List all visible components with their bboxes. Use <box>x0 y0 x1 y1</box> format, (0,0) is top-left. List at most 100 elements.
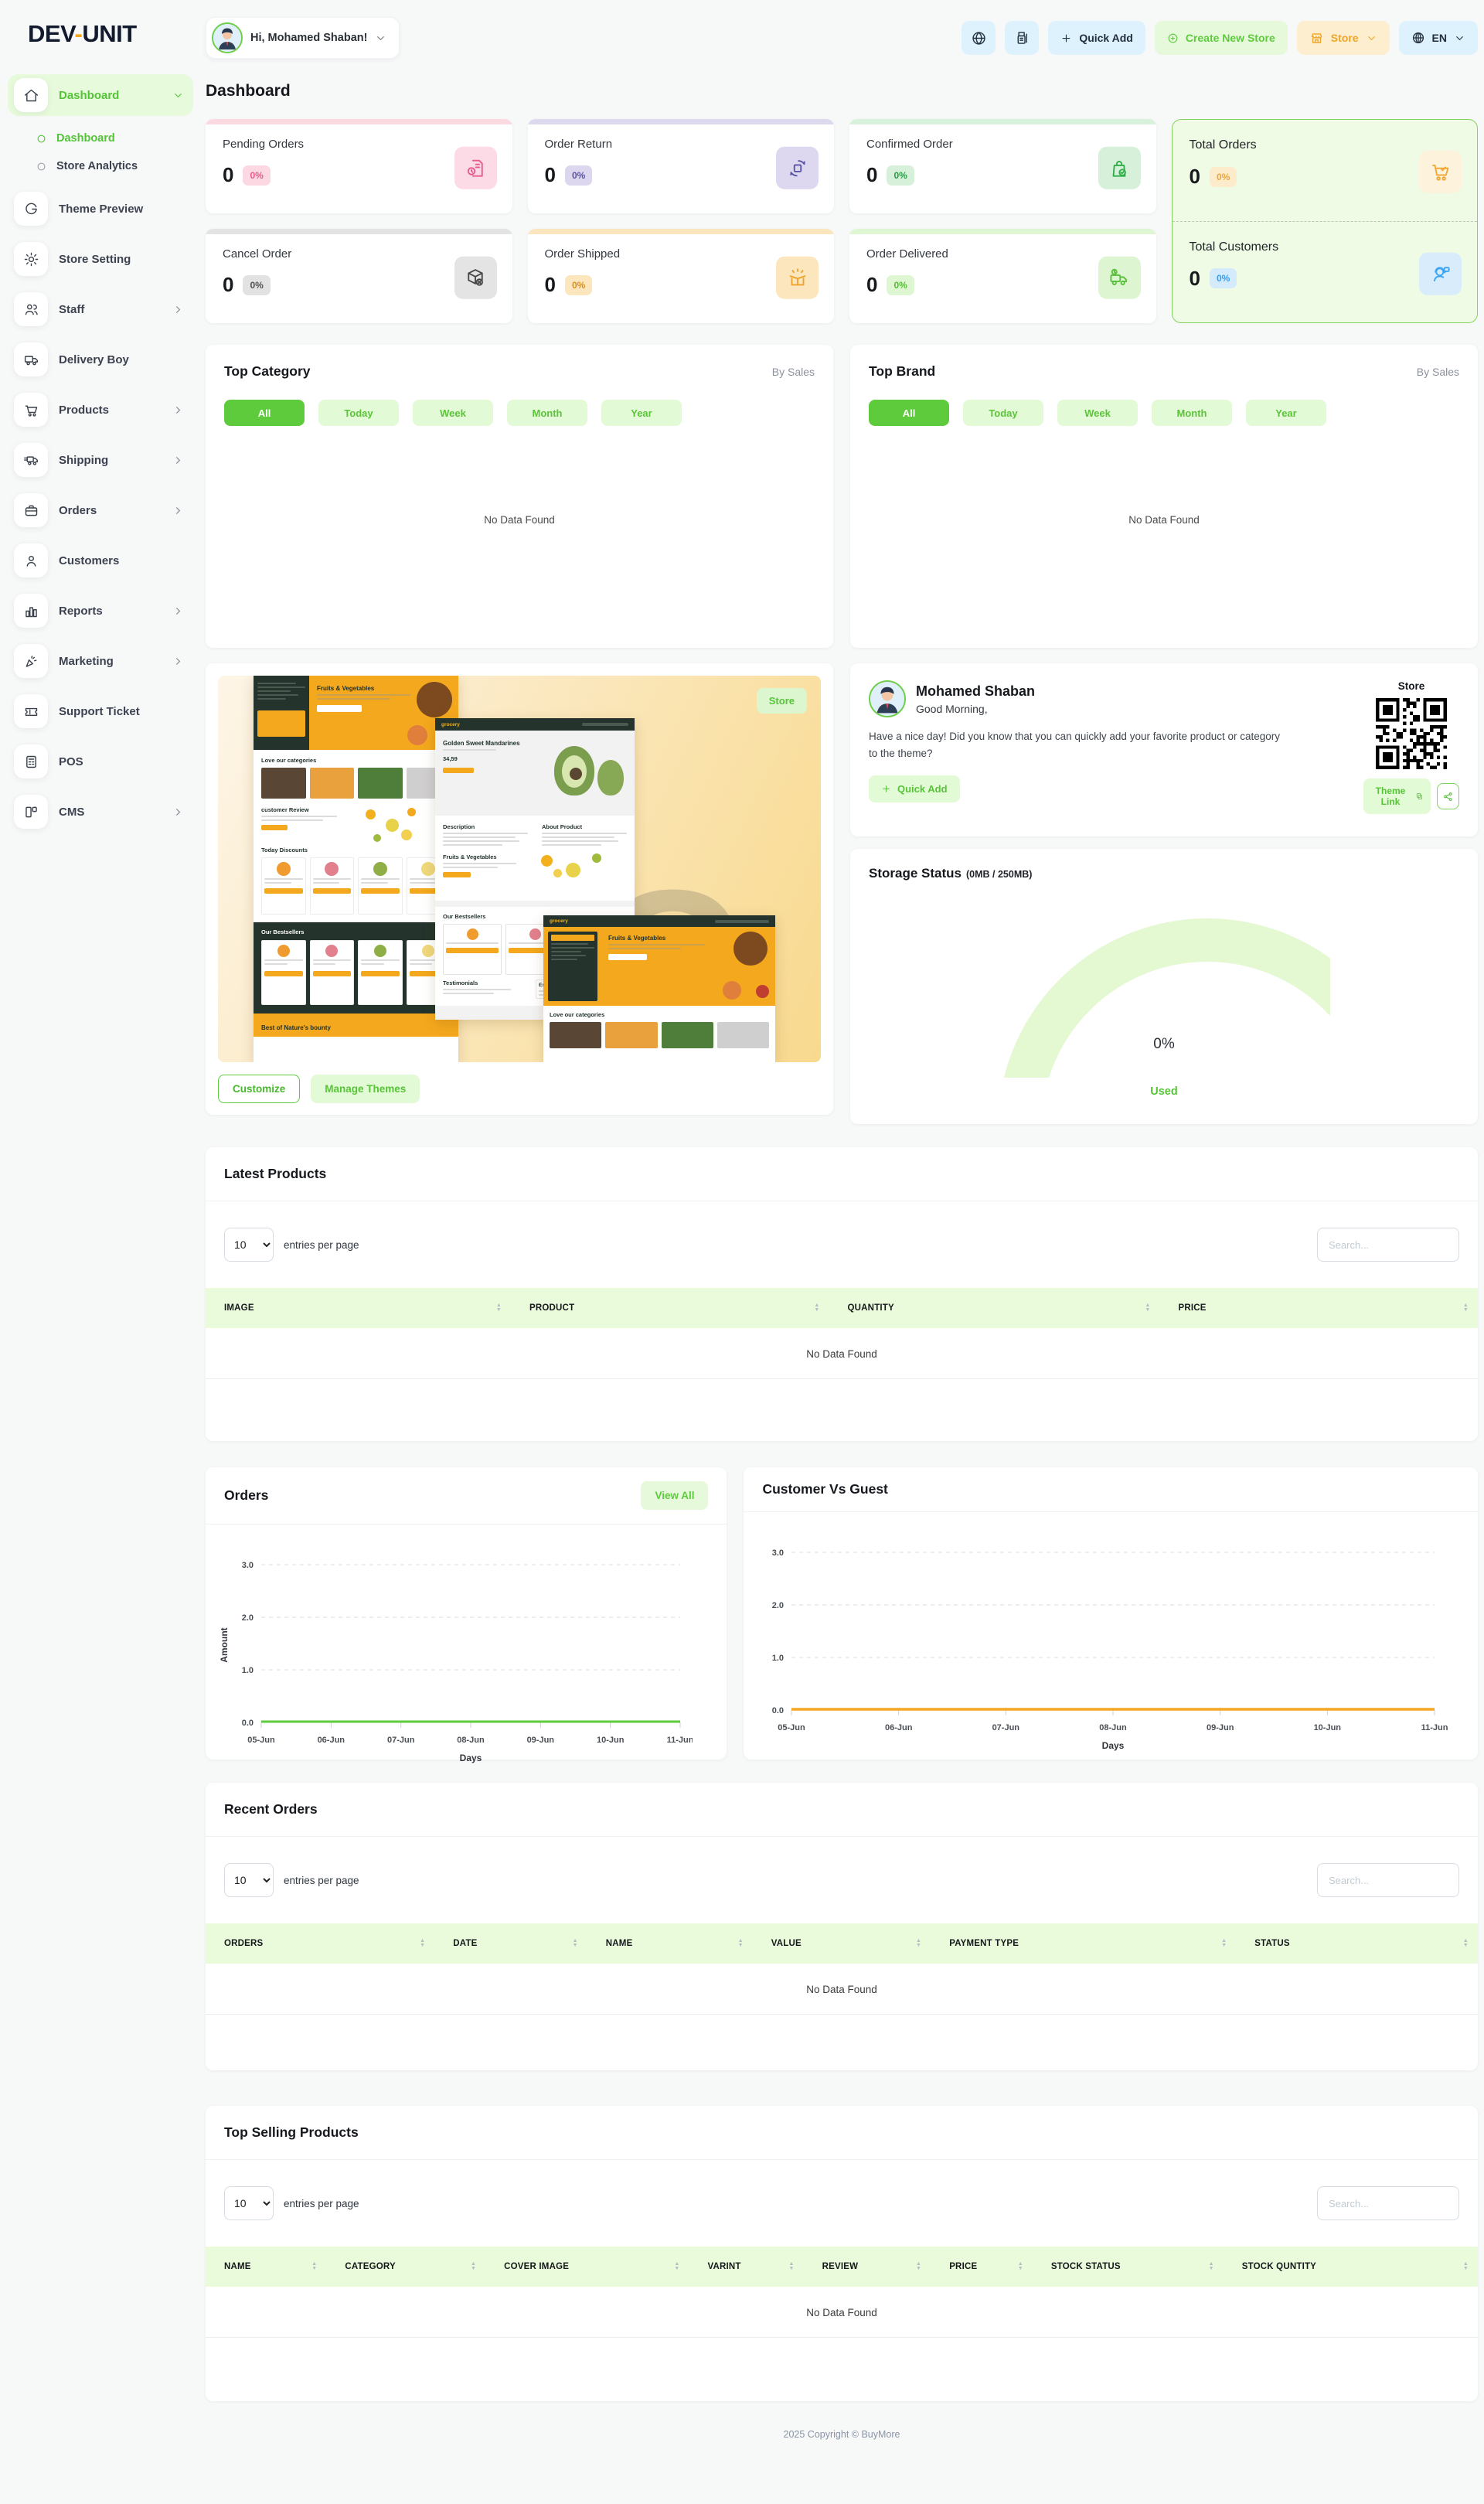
sidebar-item-label: Staff <box>59 303 162 316</box>
stat-value: 0 <box>866 163 877 187</box>
latest-products-table: IMAGE▲▼ PRODUCT▲▼ QUANTITY▲▼ PRICE▲▼ No … <box>206 1288 1478 1379</box>
sidebar-item-products[interactable]: Products <box>8 389 193 431</box>
sidebar-item-customers[interactable]: Customers <box>8 540 193 581</box>
col-orders[interactable]: ORDERS▲▼ <box>206 1923 434 1964</box>
quick-add-label: Quick Add <box>1079 32 1133 44</box>
mock-brand: grocery <box>550 918 568 924</box>
stat-card-order-return: Order Return 00% <box>528 119 835 213</box>
salutation: Good Morning, <box>916 703 1035 715</box>
filter-today[interactable]: Today <box>963 400 1043 426</box>
col-name[interactable]: NAME▲▼ <box>587 1923 753 1964</box>
sidebar-item-orders[interactable]: Orders <box>8 489 193 531</box>
sidebar-item-store-setting[interactable]: Store Setting <box>8 238 193 280</box>
col-quantity[interactable]: QUANTITY▲▼ <box>829 1288 1160 1328</box>
language-button[interactable]: EN <box>1399 21 1478 55</box>
filter-today[interactable]: Today <box>318 400 399 426</box>
svg-text:09-Jun: 09-Jun <box>1207 1723 1234 1732</box>
user-menu[interactable]: Hi, Mohamed Shaban! <box>206 17 400 59</box>
sidebar-item-dashboard[interactable]: Dashboard <box>8 74 193 116</box>
view-all-button[interactable]: View All <box>641 1481 708 1510</box>
filter-year[interactable]: Year <box>1246 400 1326 426</box>
sidebar: DEV-UNIT Dashboard Dashboard Store Analy… <box>0 0 201 841</box>
quick-add-button[interactable]: Quick Add <box>1048 21 1145 55</box>
filter-year[interactable]: Year <box>601 400 682 426</box>
create-new-store-button[interactable]: Create New Store <box>1155 21 1288 55</box>
manage-themes-button[interactable]: Manage Themes <box>311 1075 420 1103</box>
stat-card-pending-orders: Pending Orders 00% <box>206 119 512 213</box>
app-logo: DEV-UNIT <box>8 20 193 48</box>
avatar <box>869 680 906 717</box>
top-brand-card: Top BrandBy Sales All Today Week Month Y… <box>850 345 1478 648</box>
greeting-card: Mohamed Shaban Good Morning, Have a nice… <box>850 663 1478 836</box>
search-input[interactable] <box>1317 1863 1459 1897</box>
sort-icon: ▲▼ <box>674 2262 679 2271</box>
language-label: EN <box>1432 32 1447 44</box>
sidebar-subitem-label: Dashboard <box>56 132 115 145</box>
filter-month[interactable]: Month <box>1152 400 1232 426</box>
col-price[interactable]: PRICE▲▼ <box>931 2247 1033 2287</box>
sidebar-item-cms[interactable]: CMS <box>8 791 193 833</box>
orders-chart: 0.0 1.0 2.0 3.0 05-Jun 06-Jun 07-Jun 08-… <box>206 1525 727 1768</box>
col-review[interactable]: REVIEW▲▼ <box>804 2247 931 2287</box>
top-selling-title: Top Selling Products <box>206 2106 1478 2160</box>
person-icon <box>14 543 48 577</box>
delivery-truck-icon <box>14 342 48 376</box>
col-category[interactable]: CATEGORY▲▼ <box>326 2247 485 2287</box>
col-product[interactable]: PRODUCT▲▼ <box>511 1288 829 1328</box>
sidebar-item-pos[interactable]: POS <box>8 741 193 782</box>
globe-button[interactable] <box>962 21 996 55</box>
entries-select[interactable]: 10 <box>224 1863 274 1897</box>
filter-month[interactable]: Month <box>507 400 587 426</box>
stat-percent-badge: 0% <box>1210 268 1237 288</box>
stat-card-confirmed-order: Confirmed Order 00% <box>849 119 1156 213</box>
customer-vs-guest-card: Customer Vs Guest 0.0 1.0 2.0 3.0 05-Jun… <box>744 1467 1478 1760</box>
sidebar-item-support-ticket[interactable]: Support Ticket <box>8 690 193 732</box>
filter-week[interactable]: Week <box>413 400 493 426</box>
col-price[interactable]: PRICE▲▼ <box>1159 1288 1478 1328</box>
customize-button[interactable]: Customize <box>218 1075 300 1103</box>
pending-document-clock-icon <box>454 147 497 189</box>
quick-add-button[interactable]: Quick Add <box>869 775 960 802</box>
chevron-down-icon <box>172 90 184 101</box>
col-varint[interactable]: VARINT▲▼ <box>689 2247 803 2287</box>
pos-machine-button[interactable] <box>1005 21 1039 55</box>
share-button[interactable] <box>1437 783 1459 809</box>
sidebar-item-marketing[interactable]: Marketing <box>8 640 193 682</box>
sidebar-item-reports[interactable]: Reports <box>8 590 193 632</box>
filter-all[interactable]: All <box>869 400 949 426</box>
store-switcher-button[interactable]: Store <box>1297 21 1390 55</box>
sidebar-subitem-store-analytics[interactable]: Store Analytics <box>8 152 193 180</box>
col-image[interactable]: IMAGE▲▼ <box>206 1288 511 1328</box>
col-cover-image[interactable]: COVER IMAGE▲▼ <box>485 2247 689 2287</box>
col-stock-status[interactable]: STOCK STATUS▲▼ <box>1033 2247 1224 2287</box>
sort-icon: ▲▼ <box>1463 2262 1469 2271</box>
theme-link-button[interactable]: Theme Link <box>1363 778 1431 814</box>
sidebar-item-label: Reports <box>59 605 162 618</box>
col-name[interactable]: NAME▲▼ <box>206 2247 326 2287</box>
col-status[interactable]: STATUS▲▼ <box>1236 1923 1478 1964</box>
col-payment-type[interactable]: PAYMENT TYPE▲▼ <box>931 1923 1236 1964</box>
filter-week[interactable]: Week <box>1057 400 1138 426</box>
filter-all[interactable]: All <box>224 400 305 426</box>
search-input[interactable] <box>1317 1228 1459 1262</box>
sidebar-item-delivery-boy[interactable]: Delivery Boy <box>8 339 193 380</box>
no-data-row: No Data Found <box>206 1964 1478 2015</box>
sidebar-item-label: Store Setting <box>59 253 184 266</box>
bag-check-icon <box>1098 147 1141 189</box>
theme-row: Store G Fruits & Vegetables <box>206 663 1478 1124</box>
col-date[interactable]: DATE▲▼ <box>434 1923 587 1964</box>
entries-select[interactable]: 10 <box>224 1228 274 1262</box>
sidebar-item-shipping[interactable]: Shipping <box>8 439 193 481</box>
logo-dash: - <box>75 20 83 47</box>
mock-categories-title: Love our categories <box>550 1011 769 1018</box>
table-controls: 10 entries per page <box>206 2160 1478 2226</box>
col-stock-quantity[interactable]: STOCK QUNTITY▲▼ <box>1224 2247 1478 2287</box>
store-qr-code <box>1376 698 1447 769</box>
entries-select[interactable]: 10 <box>224 2186 274 2220</box>
sidebar-item-staff[interactable]: Staff <box>8 288 193 330</box>
col-value[interactable]: VALUE▲▼ <box>753 1923 931 1964</box>
sidebar-item-theme-preview[interactable]: Theme Preview <box>8 188 193 230</box>
search-input[interactable] <box>1317 2186 1459 2220</box>
chevron-right-icon <box>172 304 184 315</box>
sidebar-subitem-dashboard[interactable]: Dashboard <box>8 124 193 152</box>
